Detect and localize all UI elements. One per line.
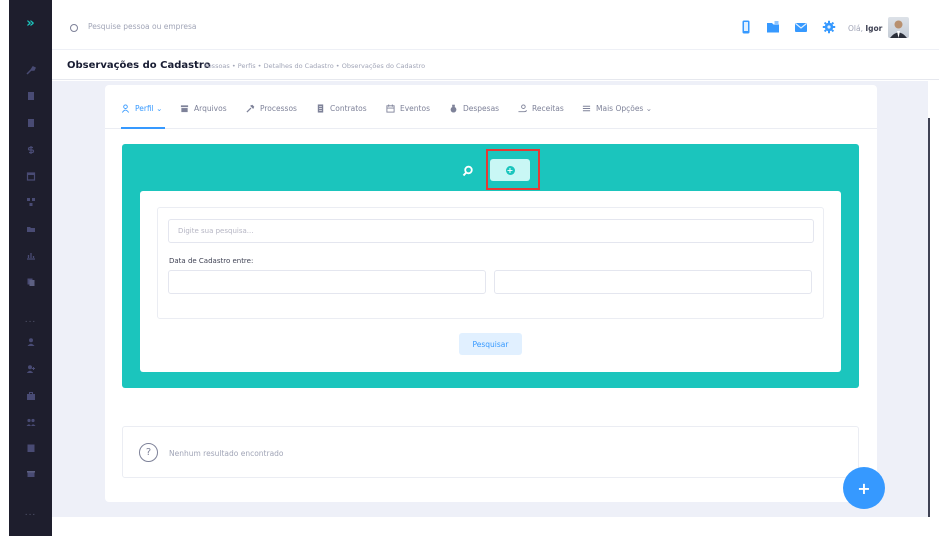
clipboard-icon[interactable] — [9, 440, 52, 456]
hand-coin-icon — [518, 103, 527, 112]
tab-label: Despesas — [463, 103, 500, 113]
tab-eventos[interactable]: Eventos — [386, 102, 430, 114]
search-filter-card: Data de Cadastro entre: Pesquisar — [140, 191, 841, 372]
user-icon[interactable] — [9, 334, 52, 350]
calendar-icon[interactable] — [9, 168, 52, 184]
hammer-icon — [246, 104, 255, 113]
chart-icon[interactable] — [9, 247, 52, 263]
dollar-icon[interactable] — [9, 142, 52, 158]
tab-label: Perfil ⌄ — [135, 103, 163, 113]
sidebar-toggle-button[interactable]: » — [9, 12, 52, 34]
moneybag-icon — [450, 104, 457, 113]
search-input[interactable] — [168, 219, 814, 243]
page-title: Observações do Cadastro — [67, 60, 211, 71]
user-name: Igor — [865, 24, 883, 33]
tab-label: Arquivos — [194, 103, 227, 113]
dots-icon: ... — [24, 315, 37, 325]
start-date-field[interactable] — [168, 270, 486, 294]
wrench-icon[interactable] — [9, 62, 52, 78]
tab-perfil[interactable]: Perfil ⌄ — [121, 102, 162, 114]
tab-label: Eventos — [400, 103, 430, 113]
tab-arquivos[interactable]: Arquivos — [180, 102, 227, 114]
document-icon — [317, 103, 324, 113]
results-panel: ? Nenhum resultado encontrado — [122, 426, 859, 478]
tab-label: Processos — [260, 103, 297, 113]
topbar: Pesquise pessoa ou empresa Olá, Igor — [52, 0, 939, 50]
tab-mais-opcoes[interactable]: Mais Opções ⌄ — [582, 102, 652, 114]
folder-plus-icon[interactable] — [766, 20, 780, 34]
tab-despesas[interactable]: Despesas — [449, 102, 499, 114]
floating-add-button[interactable]: + — [843, 467, 885, 509]
copy-icon[interactable] — [9, 274, 52, 290]
profile-tabs: Perfil ⌄ Arquivos Processos Contratos Ev… — [105, 85, 877, 129]
scrollbar[interactable] — [928, 118, 930, 517]
file-icon[interactable] — [9, 88, 52, 104]
global-search-input[interactable]: Pesquise pessoa ou empresa — [88, 22, 196, 31]
breadcrumb[interactable]: Pessoas • Perfis • Detalhes do Cadastro … — [204, 62, 425, 70]
observations-panel: + Data de Cadastro entre: Pesquisar — [122, 144, 859, 388]
folder-icon[interactable] — [9, 221, 52, 237]
tab-label: Mais Opções ⌄ — [596, 103, 653, 113]
active-tab-indicator — [121, 127, 165, 129]
gift-icon[interactable] — [9, 465, 52, 481]
file-icon[interactable] — [9, 115, 52, 131]
tab-label: Contratos — [330, 103, 367, 113]
dots-icon: ... — [24, 508, 37, 518]
question-icon: ? — [139, 443, 158, 462]
subheader: Observações do Cadastro Pessoas • Perfis… — [52, 50, 939, 80]
search-toggle-icon[interactable] — [462, 165, 474, 177]
tab-processos[interactable]: Processos — [246, 102, 297, 114]
mobile-icon[interactable] — [739, 20, 753, 34]
avatar[interactable] — [888, 17, 909, 38]
user-plus-icon[interactable] — [9, 361, 52, 377]
user-greeting[interactable]: Olá, Igor — [848, 24, 882, 33]
sidebar: » ... ... — [9, 0, 52, 536]
gear-icon[interactable] — [822, 20, 836, 34]
calendar-icon — [386, 103, 395, 113]
filter-form: Data de Cadastro entre: — [157, 207, 824, 319]
greeting-text: Olá, — [848, 24, 863, 33]
network-icon[interactable] — [9, 194, 52, 210]
search-button[interactable]: Pesquisar — [459, 333, 522, 355]
content-area: Perfil ⌄ Arquivos Processos Contratos Ev… — [52, 81, 928, 517]
tab-receitas[interactable]: Receitas — [518, 102, 564, 114]
end-date-field[interactable] — [494, 270, 812, 294]
briefcase-icon[interactable] — [9, 388, 52, 404]
highlight-box — [486, 149, 540, 190]
menu-icon — [582, 105, 591, 111]
date-range-label: Data de Cadastro entre: — [169, 257, 254, 265]
search-icon — [70, 24, 78, 32]
user-icon — [121, 103, 130, 113]
main-card: Perfil ⌄ Arquivos Processos Contratos Ev… — [105, 85, 877, 502]
mail-icon[interactable] — [794, 20, 808, 34]
tab-contratos[interactable]: Contratos — [316, 102, 367, 114]
tab-label: Receitas — [532, 103, 564, 113]
archive-icon — [180, 104, 189, 112]
empty-results-text: Nenhum resultado encontrado — [169, 449, 284, 458]
users-icon[interactable] — [9, 414, 52, 430]
